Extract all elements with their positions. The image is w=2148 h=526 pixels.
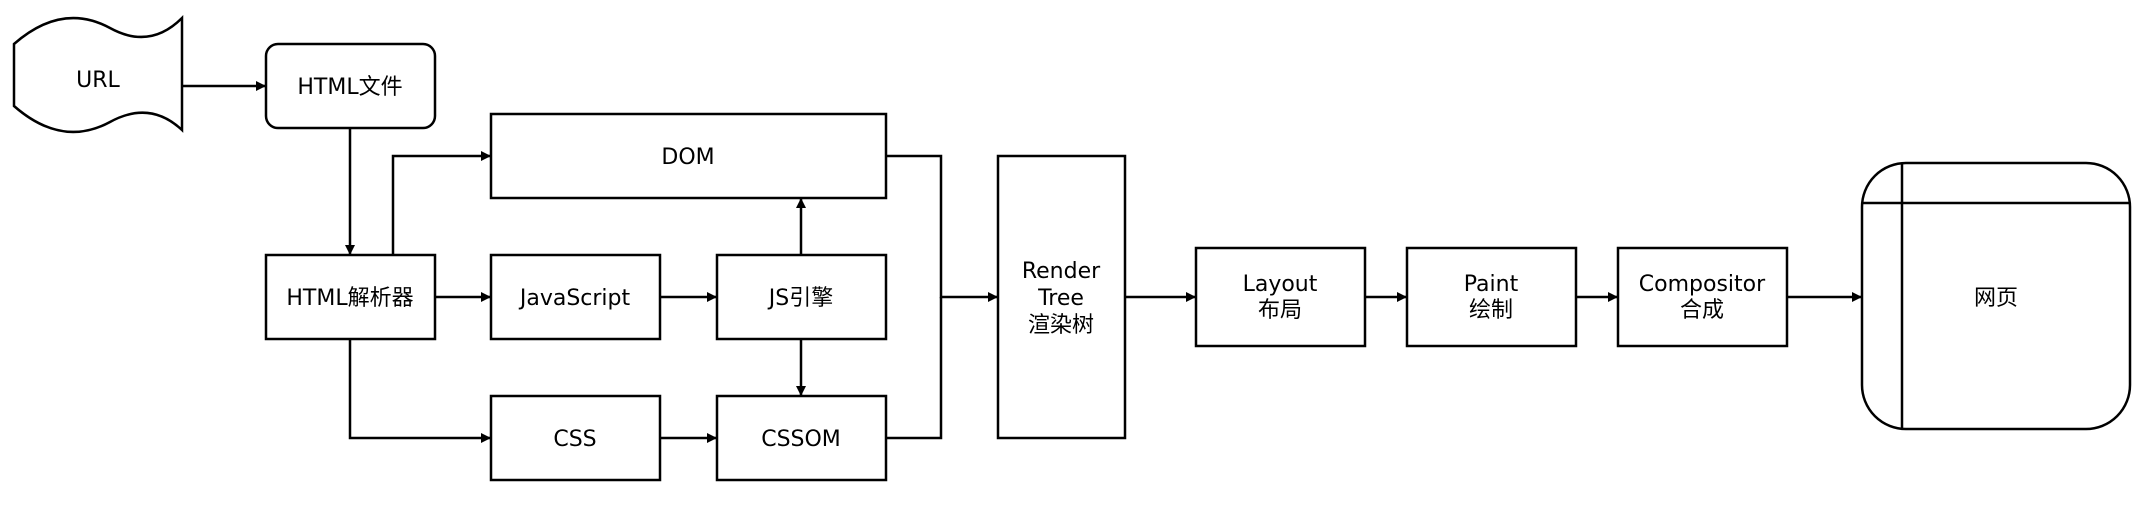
html-file-node: HTML文件	[264, 42, 437, 130]
render-tree-node: Render Tree 渲染树	[996, 154, 1127, 440]
edge-parser-to-css	[348, 339, 491, 443]
layout-node: Layout 布局	[1194, 246, 1367, 348]
edge-dom-to-render-tree	[886, 154, 998, 302]
dom-label: DOM	[661, 145, 714, 170]
cssom-node: CSSOM	[715, 394, 888, 482]
paint-label-line1: Paint	[1464, 272, 1519, 297]
compositor-label-line2: 合成	[1680, 298, 1724, 323]
layout-label-line1: Layout	[1243, 272, 1318, 297]
webpage-node: 网页	[1860, 161, 2132, 431]
cssom-label: CSSOM	[761, 427, 841, 452]
edge-parser-to-dom	[391, 151, 491, 255]
render-tree-label-line2: Tree	[1037, 286, 1084, 311]
javascript-node: JavaScript	[489, 253, 662, 341]
webpage-label: 网页	[1974, 286, 2018, 311]
js-engine-label: JS引擎	[767, 286, 833, 311]
render-tree-label-line3: 渲染树	[1028, 313, 1094, 338]
layout-label-line2: 布局	[1258, 298, 1302, 323]
css-node: CSS	[489, 394, 662, 482]
javascript-label: JavaScript	[518, 286, 631, 311]
render-tree-label-line1: Render	[1022, 259, 1101, 284]
url-node: URL	[12, 14, 184, 134]
dom-node: DOM	[489, 112, 888, 200]
html-parser-label: HTML解析器	[286, 286, 413, 311]
paint-node: Paint 绘制	[1405, 246, 1578, 348]
rendering-pipeline-diagram: URL HTML文件 DOM HTML解析器 JavaScript JS引擎 C…	[12, 14, 2132, 482]
compositor-label-line1: Compositor	[1639, 272, 1766, 297]
html-file-label: HTML文件	[297, 75, 402, 100]
paint-label-line2: 绘制	[1469, 298, 1513, 323]
js-engine-node: JS引擎	[715, 253, 888, 341]
css-label: CSS	[553, 427, 596, 452]
edge-cssom-to-render-tree	[886, 297, 943, 440]
url-label: URL	[76, 68, 120, 93]
html-parser-node: HTML解析器	[264, 253, 437, 341]
compositor-node: Compositor 合成	[1616, 246, 1789, 348]
